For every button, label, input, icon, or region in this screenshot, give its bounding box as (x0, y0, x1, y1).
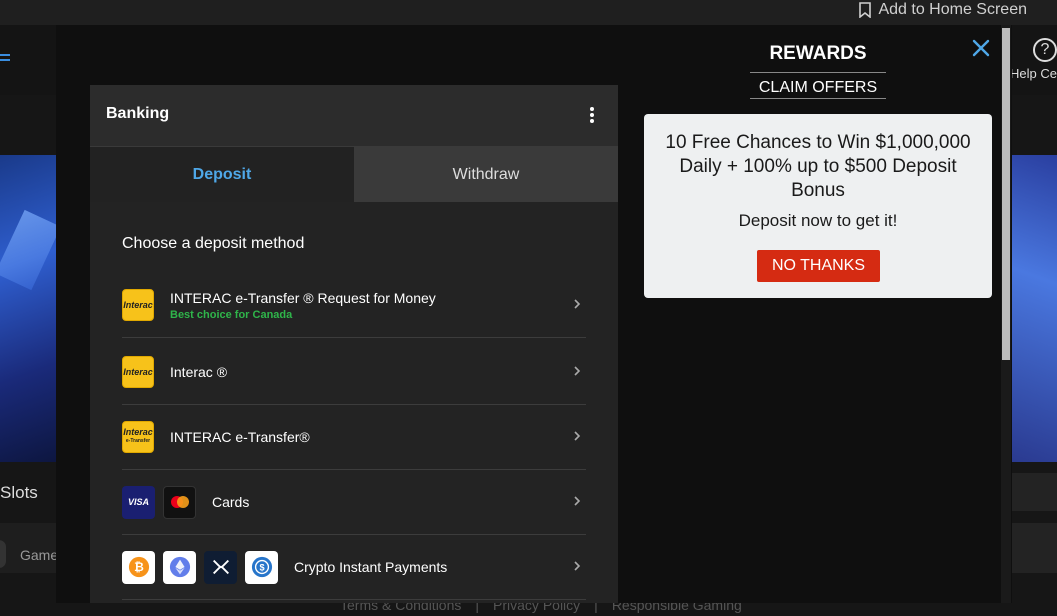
chevron-right-icon (574, 561, 581, 571)
promo-banner-right[interactable] (1012, 155, 1057, 462)
banking-header: Banking (90, 85, 618, 147)
method-name: Interac ® (170, 364, 228, 380)
slots-heading: Slots (0, 483, 38, 502)
banking-tabs: Deposit Withdraw (90, 147, 618, 202)
ethereum-logo (163, 550, 196, 584)
deposit-method-interac-etransfer[interactable]: Interac e-Transfer INTERAC e-Transfer® (122, 405, 586, 470)
usdc-logo: $ (245, 550, 278, 584)
deposit-method-interac[interactable]: Interac Interac ® (122, 340, 586, 405)
method-name: INTERAC e-Transfer® (170, 429, 310, 445)
chevron-right-icon (574, 366, 581, 376)
choose-method-heading: Choose a deposit method (122, 235, 305, 252)
help-label: Help Ce (1010, 66, 1057, 81)
close-icon[interactable] (970, 37, 992, 59)
browser-topbar: Add to Home Screen (0, 0, 1057, 25)
tab-withdraw[interactable]: Withdraw (354, 147, 618, 202)
interac-logo: Interac (122, 356, 154, 388)
visa-logo: VISA (122, 485, 155, 519)
bitcoin-logo: ₿ (122, 550, 155, 584)
xrp-logo (204, 550, 237, 584)
more-options-icon[interactable] (585, 105, 599, 125)
promo-banner-left[interactable] (0, 155, 56, 462)
scrollbar-thumb[interactable] (1002, 28, 1010, 360)
right-strip (1012, 473, 1057, 511)
offer-subtext: Deposit now to get it! (738, 211, 898, 230)
method-note: Best choice for Canada (170, 308, 293, 321)
games-label: Game (20, 547, 59, 563)
games-pill (0, 540, 6, 568)
add-to-home-label: Add to Home Screen (878, 1, 1027, 18)
offer-headline: 10 Free Chances to Win $1,000,000 Daily … (665, 132, 971, 201)
deposit-method-crypto[interactable]: ₿ $ Crypto Instant Payments (122, 535, 586, 600)
svg-text:$: $ (259, 563, 264, 573)
divider (750, 98, 886, 99)
interac-logo-text: Interac (123, 427, 153, 437)
add-to-home-button[interactable]: Add to Home Screen (858, 0, 1027, 20)
chevron-right-icon (574, 299, 581, 309)
mastercard-logo (163, 485, 196, 519)
interac-logo: Interac (122, 289, 154, 321)
menu-icon[interactable] (0, 52, 10, 64)
banking-panel: Banking Deposit Withdraw Choose a deposi… (90, 85, 618, 603)
chevron-right-icon (574, 431, 581, 441)
banking-title: Banking (106, 105, 170, 122)
bookmark-icon (859, 2, 872, 18)
help-center-button[interactable]: ? Help Ce (1010, 38, 1057, 81)
svg-text:₿: ₿ (134, 560, 144, 574)
right-strip-lower (1012, 523, 1057, 573)
etransfer-logo-text: e-Transfer (125, 438, 151, 444)
deposit-method-interac-request[interactable]: Interac INTERAC e-Transfer ® Request for… (122, 273, 586, 338)
chevron-right-icon (574, 496, 581, 506)
interac-etransfer-logo: Interac e-Transfer (122, 421, 154, 453)
help-icon: ? (1033, 38, 1057, 62)
rewards-title: REWARDS (769, 43, 867, 64)
tab-deposit[interactable]: Deposit (90, 147, 354, 202)
method-name: Crypto Instant Payments (294, 559, 448, 575)
offer-card: 10 Free Chances to Win $1,000,000 Daily … (644, 114, 992, 298)
divider (750, 72, 886, 73)
deposit-method-cards[interactable]: VISA Cards (122, 470, 586, 535)
no-thanks-button[interactable]: NO THANKS (757, 250, 880, 282)
method-name: INTERAC e-Transfer ® Request for Money (170, 289, 436, 306)
method-name: Cards (212, 494, 250, 510)
claim-offers-link[interactable]: CLAIM OFFERS (750, 79, 886, 97)
